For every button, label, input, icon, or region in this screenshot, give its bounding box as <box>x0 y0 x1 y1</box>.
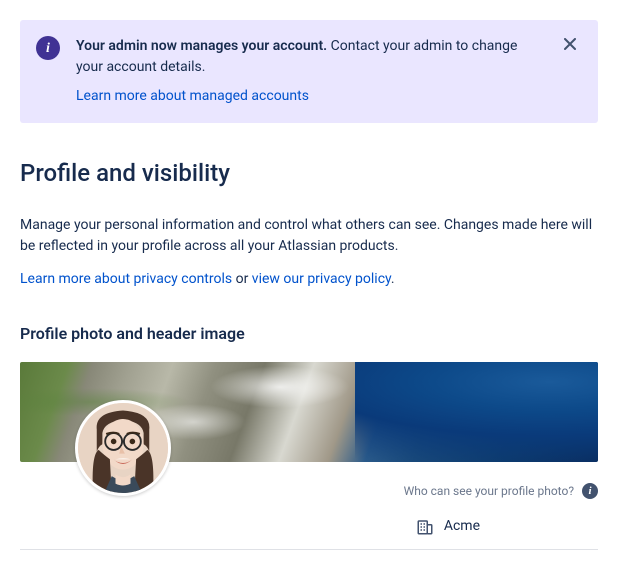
page-description: Manage your personal information and con… <box>20 215 598 257</box>
help-icon[interactable]: i <box>582 483 598 499</box>
banner-text: Your admin now manages your account. Con… <box>76 36 542 78</box>
or-text: or <box>232 271 252 287</box>
org-visibility-row: Acme <box>20 516 598 550</box>
visibility-label: Who can see your profile photo? <box>404 482 574 500</box>
privacy-links-row: Learn more about privacy controls or vie… <box>20 269 598 290</box>
admin-managed-banner: i Your admin now manages your account. C… <box>20 20 598 123</box>
header-container <box>20 362 598 462</box>
privacy-controls-link[interactable]: Learn more about privacy controls <box>20 271 232 287</box>
period: . <box>391 271 395 287</box>
banner-learn-more-link[interactable]: Learn more about managed accounts <box>76 86 309 107</box>
banner-bold: Your admin now manages your account. <box>76 38 327 54</box>
info-icon: i <box>36 36 60 60</box>
close-icon <box>564 38 576 50</box>
banner-content: Your admin now manages your account. Con… <box>76 36 542 107</box>
privacy-policy-link[interactable]: view our privacy policy <box>252 271 391 287</box>
page-title: Profile and visibility <box>20 155 598 191</box>
org-name: Acme <box>444 516 480 537</box>
avatar[interactable] <box>75 400 171 496</box>
section-title: Profile photo and header image <box>20 322 598 346</box>
close-banner-button[interactable] <box>558 36 582 52</box>
building-icon <box>416 518 434 536</box>
